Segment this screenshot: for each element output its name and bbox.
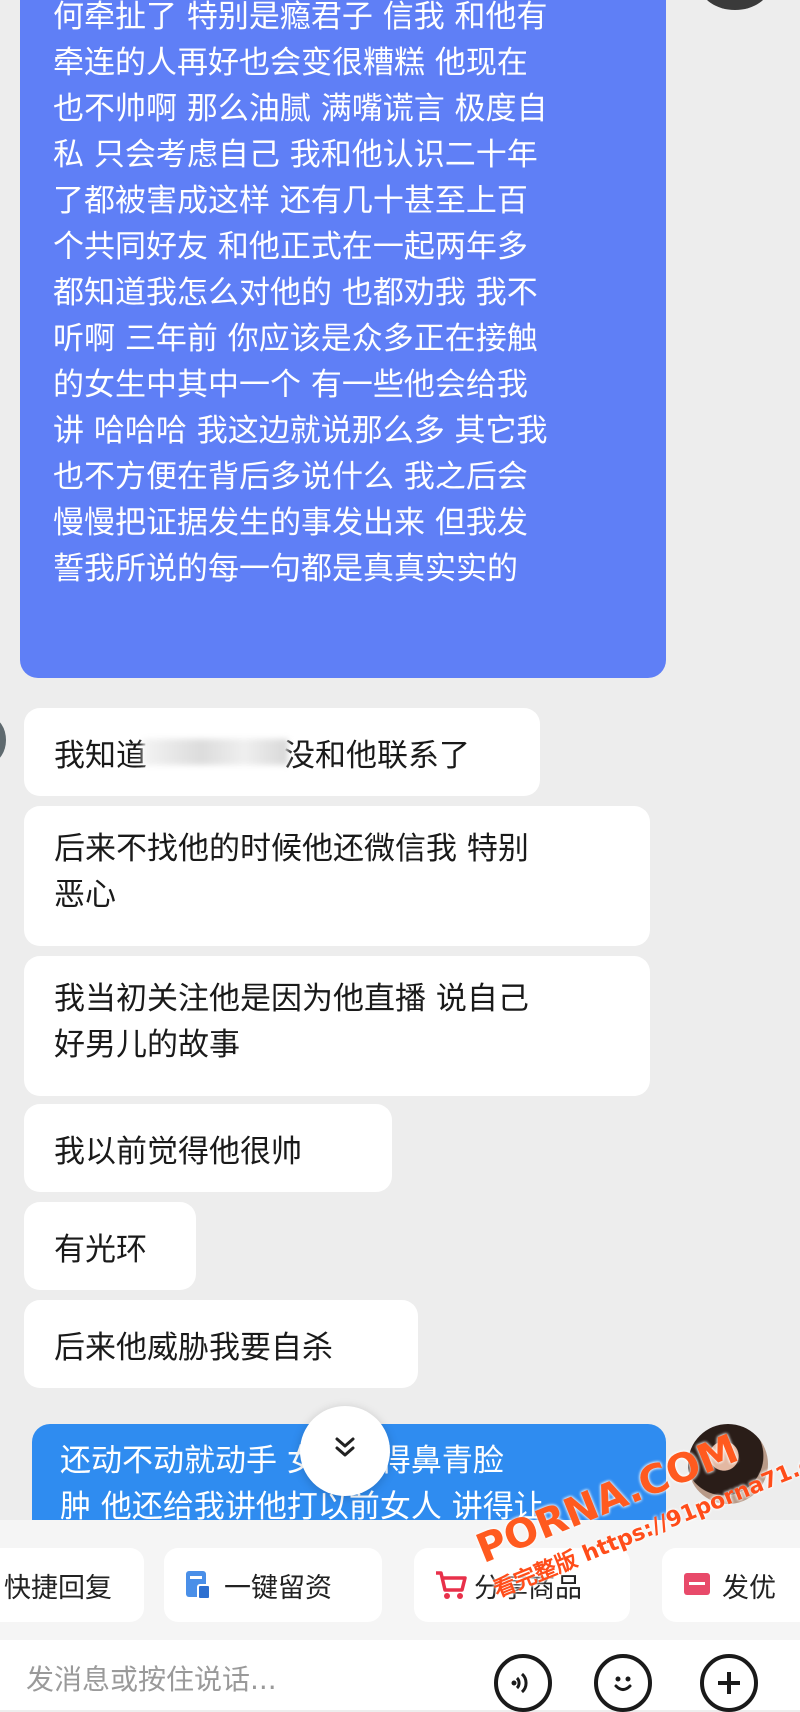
avatar[interactable] xyxy=(688,1424,768,1504)
input-placeholder: 发消息或按住说话... xyxy=(26,1663,277,1696)
plus-icon[interactable] xyxy=(700,1654,758,1712)
message-line: 牵连的人再好也会变很糟糕 他现在 xyxy=(53,45,528,81)
incoming-message-bubble[interactable]: 我当初关注他是因为他直播 说自己 好男儿的故事 xyxy=(24,956,650,1096)
message-line: 我当初关注他是因为他直播 说自己 xyxy=(54,981,529,1017)
incoming-message-bubble[interactable]: 后来不找他的时候他还微信我 特别 恶心 xyxy=(24,806,650,946)
message-text: 我知道 xyxy=(54,737,147,774)
message-line: 慢慢把证据发生的事发出来 但我发 xyxy=(53,505,528,541)
incoming-message-bubble[interactable]: 我知道 没和他联系了 xyxy=(24,708,540,796)
quick-action-label: 分享商品 xyxy=(474,1572,582,1604)
message-input[interactable]: 发消息或按住说话... xyxy=(26,1650,466,1706)
message-line: 也不帅啊 那么油腻 满嘴谎言 极度自 xyxy=(53,91,548,127)
incoming-message-bubble[interactable]: 后来他威胁我要自杀 xyxy=(24,1300,418,1388)
message-line: 恶心 xyxy=(54,877,116,913)
emoji-icon[interactable] xyxy=(594,1654,652,1712)
message-line: 后来不找他的时候他还微信我 特别 xyxy=(54,831,529,867)
avatar[interactable] xyxy=(700,0,770,10)
message-line: 讲 哈哈哈 我这边就说那么多 其它我 xyxy=(53,413,548,449)
message-line: 了都被害成这样 还有几十甚至上百 xyxy=(53,183,528,219)
message-line: 私 只会考虑自己 我和他认识二十年 xyxy=(53,137,538,173)
message-line: 何牵扯了 特别是瘾君子 信我 和他有 xyxy=(53,0,548,35)
message-line: 誓我所说的每一句都是真真实实的 xyxy=(53,551,518,587)
scroll-to-bottom-button[interactable] xyxy=(300,1406,390,1496)
collect-info-button[interactable]: 一键留资 xyxy=(164,1548,382,1622)
quick-action-label: 发优 xyxy=(722,1572,776,1604)
outgoing-message-bubble[interactable]: 何牵扯了 特别是瘾君子 信我 和他有 牵连的人再好也会变很糟糕 他现在 也不帅啊… xyxy=(20,0,666,678)
form-icon xyxy=(184,1569,212,1601)
quick-action-label: 快捷回复 xyxy=(4,1572,112,1604)
message-line: 个共同好友 和他正式在一起两年多 xyxy=(53,229,528,265)
message-line: 都知道我怎么对他的 也都劝我 我不 xyxy=(53,275,538,311)
redacted-name xyxy=(143,739,288,765)
message-text: 没和他联系了 xyxy=(284,737,470,774)
quick-reply-button[interactable]: 快捷回复 xyxy=(0,1548,144,1622)
coupon-icon xyxy=(682,1569,710,1601)
cart-icon xyxy=(434,1569,467,1601)
chevron-double-down-icon xyxy=(331,1433,359,1469)
share-product-button[interactable]: 分享商品 xyxy=(414,1548,630,1622)
message-text: 后来他威胁我要自杀 xyxy=(54,1329,333,1366)
voice-icon[interactable] xyxy=(494,1654,552,1712)
message-line: 听啊 三年前 你应该是众多正在接触 xyxy=(53,321,538,357)
incoming-message-bubble[interactable]: 我以前觉得他很帅 xyxy=(24,1104,392,1192)
message-line: 也不方便在背后多说什么 我之后会 xyxy=(53,459,528,495)
avatar[interactable] xyxy=(0,718,6,762)
message-text: 有光环 xyxy=(54,1231,147,1268)
incoming-message-bubble[interactable]: 有光环 xyxy=(24,1202,196,1290)
message-text: 我以前觉得他很帅 xyxy=(54,1133,302,1170)
message-line: 好男儿的故事 xyxy=(54,1027,240,1063)
message-line: 的女生中其中一个 有一些他会给我 xyxy=(53,367,528,403)
send-coupon-button[interactable]: 发优 xyxy=(662,1548,800,1622)
quick-action-label: 一键留资 xyxy=(224,1572,332,1604)
